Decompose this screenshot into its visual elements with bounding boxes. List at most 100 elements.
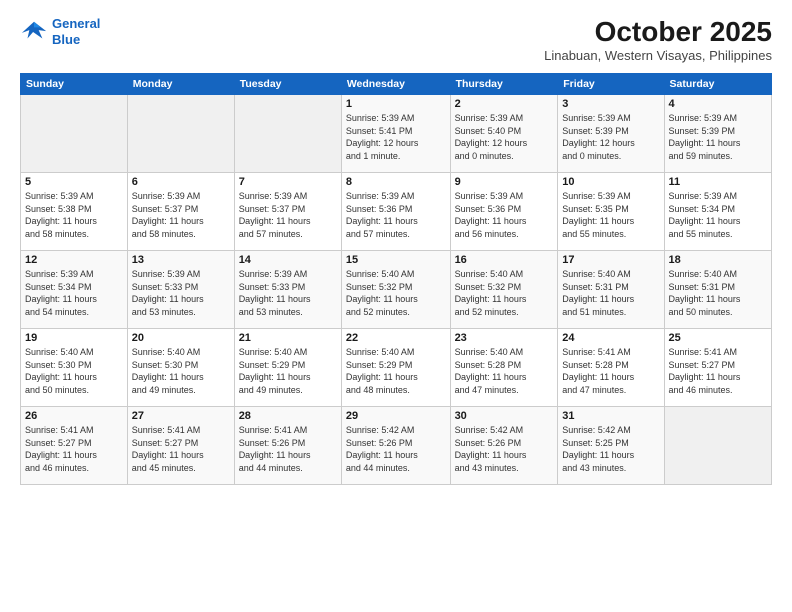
day-cell: 15Sunrise: 5:40 AM Sunset: 5:32 PM Dayli… <box>341 251 450 329</box>
page: General Blue October 2025 Linabuan, West… <box>0 0 792 612</box>
day-info: Sunrise: 5:40 AM Sunset: 5:31 PM Dayligh… <box>562 268 659 318</box>
day-number: 13 <box>132 254 230 266</box>
day-cell <box>127 95 234 173</box>
day-number: 18 <box>669 254 767 266</box>
day-number: 17 <box>562 254 659 266</box>
day-number: 20 <box>132 332 230 344</box>
day-info: Sunrise: 5:40 AM Sunset: 5:32 PM Dayligh… <box>455 268 554 318</box>
calendar-header: SundayMondayTuesdayWednesdayThursdayFrid… <box>21 74 772 95</box>
day-number: 16 <box>455 254 554 266</box>
day-number: 11 <box>669 176 767 188</box>
day-header-saturday: Saturday <box>664 74 771 95</box>
day-number: 14 <box>239 254 337 266</box>
week-row-2: 12Sunrise: 5:39 AM Sunset: 5:34 PM Dayli… <box>21 251 772 329</box>
week-row-0: 1 Sunrise: 5:39 AM Sunset: 5:41 PM Daylig… <box>21 95 772 173</box>
day-cell: 24Sunrise: 5:41 AM Sunset: 5:28 PM Dayli… <box>558 329 664 407</box>
day-info: Sunrise: 5:39 AM Sunset: 5:37 PM Dayligh… <box>239 190 337 240</box>
day-cell: 16 Sunrise: 5:40 AM Sunset: 5:32 PM Dayli… <box>450 251 558 329</box>
day-info: Sunrise: 5:39 AM Sunset: 5:39 PM Dayligh… <box>562 112 659 162</box>
month-title: October 2025 <box>544 16 772 48</box>
day-cell: 6 Sunrise: 5:39 AM Sunset: 5:37 PM Daylig… <box>127 173 234 251</box>
day-number: 1 <box>346 98 446 110</box>
day-cell: 1 Sunrise: 5:39 AM Sunset: 5:41 PM Daylig… <box>341 95 450 173</box>
day-header-thursday: Thursday <box>450 74 558 95</box>
day-number: 29 <box>346 410 446 422</box>
day-cell: 14 Sunrise: 5:39 AM Sunset: 5:33 PM Dayli… <box>234 251 341 329</box>
day-info: Sunrise: 5:40 AM Sunset: 5:32 PM Dayligh… <box>346 268 446 318</box>
day-info: Sunrise: 5:39 AM Sunset: 5:33 PM Dayligh… <box>239 268 337 318</box>
day-cell: 9 Sunrise: 5:39 AM Sunset: 5:36 PM Daylig… <box>450 173 558 251</box>
day-cell: 7Sunrise: 5:39 AM Sunset: 5:37 PM Daylig… <box>234 173 341 251</box>
day-info: Sunrise: 5:39 AM Sunset: 5:41 PM Dayligh… <box>346 112 446 162</box>
day-number: 12 <box>25 254 123 266</box>
day-number: 23 <box>455 332 554 344</box>
day-info: Sunrise: 5:39 AM Sunset: 5:33 PM Dayligh… <box>132 268 230 318</box>
day-cell: 20Sunrise: 5:40 AM Sunset: 5:30 PM Dayli… <box>127 329 234 407</box>
week-row-1: 5 Sunrise: 5:39 AM Sunset: 5:38 PM Daylig… <box>21 173 772 251</box>
day-cell: 29Sunrise: 5:42 AM Sunset: 5:26 PM Dayli… <box>341 407 450 485</box>
header-row: SundayMondayTuesdayWednesdayThursdayFrid… <box>21 74 772 95</box>
day-cell: 13 Sunrise: 5:39 AM Sunset: 5:33 PM Dayli… <box>127 251 234 329</box>
day-info: Sunrise: 5:41 AM Sunset: 5:28 PM Dayligh… <box>562 346 659 396</box>
day-info: Sunrise: 5:40 AM Sunset: 5:29 PM Dayligh… <box>346 346 446 396</box>
logo: General Blue <box>20 16 100 47</box>
day-number: 3 <box>562 98 659 110</box>
day-number: 26 <box>25 410 123 422</box>
day-number: 10 <box>562 176 659 188</box>
day-cell: 26 Sunrise: 5:41 AM Sunset: 5:27 PM Dayli… <box>21 407 128 485</box>
day-number: 2 <box>455 98 554 110</box>
day-cell: 5 Sunrise: 5:39 AM Sunset: 5:38 PM Daylig… <box>21 173 128 251</box>
day-number: 5 <box>25 176 123 188</box>
header: General Blue October 2025 Linabuan, West… <box>20 16 772 63</box>
day-number: 19 <box>25 332 123 344</box>
day-header-tuesday: Tuesday <box>234 74 341 95</box>
day-number: 4 <box>669 98 767 110</box>
day-header-monday: Monday <box>127 74 234 95</box>
day-cell: 21Sunrise: 5:40 AM Sunset: 5:29 PM Dayli… <box>234 329 341 407</box>
day-cell: 25Sunrise: 5:41 AM Sunset: 5:27 PM Dayli… <box>664 329 771 407</box>
day-cell: 2 Sunrise: 5:39 AM Sunset: 5:40 PM Daylig… <box>450 95 558 173</box>
day-info: Sunrise: 5:40 AM Sunset: 5:30 PM Dayligh… <box>25 346 123 396</box>
day-info: Sunrise: 5:39 AM Sunset: 5:40 PM Dayligh… <box>455 112 554 162</box>
logo-icon <box>20 18 48 46</box>
day-info: Sunrise: 5:41 AM Sunset: 5:27 PM Dayligh… <box>25 424 123 474</box>
day-number: 9 <box>455 176 554 188</box>
day-info: Sunrise: 5:41 AM Sunset: 5:26 PM Dayligh… <box>239 424 337 474</box>
day-number: 27 <box>132 410 230 422</box>
day-number: 28 <box>239 410 337 422</box>
logo-text: General Blue <box>52 16 100 47</box>
day-cell: 12Sunrise: 5:39 AM Sunset: 5:34 PM Dayli… <box>21 251 128 329</box>
day-cell <box>664 407 771 485</box>
day-cell: 11 Sunrise: 5:39 AM Sunset: 5:34 PM Dayli… <box>664 173 771 251</box>
day-cell: 17 Sunrise: 5:40 AM Sunset: 5:31 PM Dayli… <box>558 251 664 329</box>
calendar-body: 1 Sunrise: 5:39 AM Sunset: 5:41 PM Daylig… <box>21 95 772 485</box>
day-info: Sunrise: 5:42 AM Sunset: 5:25 PM Dayligh… <box>562 424 659 474</box>
day-cell: 31Sunrise: 5:42 AM Sunset: 5:25 PM Dayli… <box>558 407 664 485</box>
day-cell: 8Sunrise: 5:39 AM Sunset: 5:36 PM Daylig… <box>341 173 450 251</box>
day-cell: 10Sunrise: 5:39 AM Sunset: 5:35 PM Dayli… <box>558 173 664 251</box>
day-cell: 3 Sunrise: 5:39 AM Sunset: 5:39 PM Daylig… <box>558 95 664 173</box>
calendar: SundayMondayTuesdayWednesdayThursdayFrid… <box>20 73 772 485</box>
day-cell: 27 Sunrise: 5:41 AM Sunset: 5:27 PM Dayli… <box>127 407 234 485</box>
day-header-friday: Friday <box>558 74 664 95</box>
week-row-3: 19 Sunrise: 5:40 AM Sunset: 5:30 PM Dayli… <box>21 329 772 407</box>
day-cell: 4Sunrise: 5:39 AM Sunset: 5:39 PM Daylig… <box>664 95 771 173</box>
day-info: Sunrise: 5:41 AM Sunset: 5:27 PM Dayligh… <box>132 424 230 474</box>
day-cell: 28 Sunrise: 5:41 AM Sunset: 5:26 PM Dayli… <box>234 407 341 485</box>
day-info: Sunrise: 5:39 AM Sunset: 5:34 PM Dayligh… <box>669 190 767 240</box>
day-number: 30 <box>455 410 554 422</box>
day-cell: 30Sunrise: 5:42 AM Sunset: 5:26 PM Dayli… <box>450 407 558 485</box>
day-number: 6 <box>132 176 230 188</box>
subtitle: Linabuan, Western Visayas, Philippines <box>544 48 772 63</box>
day-info: Sunrise: 5:40 AM Sunset: 5:28 PM Dayligh… <box>455 346 554 396</box>
day-cell <box>21 95 128 173</box>
day-info: Sunrise: 5:39 AM Sunset: 5:36 PM Dayligh… <box>346 190 446 240</box>
day-info: Sunrise: 5:39 AM Sunset: 5:36 PM Dayligh… <box>455 190 554 240</box>
day-cell: 23 Sunrise: 5:40 AM Sunset: 5:28 PM Dayli… <box>450 329 558 407</box>
day-number: 22 <box>346 332 446 344</box>
day-info: Sunrise: 5:39 AM Sunset: 5:37 PM Dayligh… <box>132 190 230 240</box>
day-info: Sunrise: 5:39 AM Sunset: 5:38 PM Dayligh… <box>25 190 123 240</box>
day-info: Sunrise: 5:41 AM Sunset: 5:27 PM Dayligh… <box>669 346 767 396</box>
day-cell: 22 Sunrise: 5:40 AM Sunset: 5:29 PM Dayli… <box>341 329 450 407</box>
day-header-wednesday: Wednesday <box>341 74 450 95</box>
